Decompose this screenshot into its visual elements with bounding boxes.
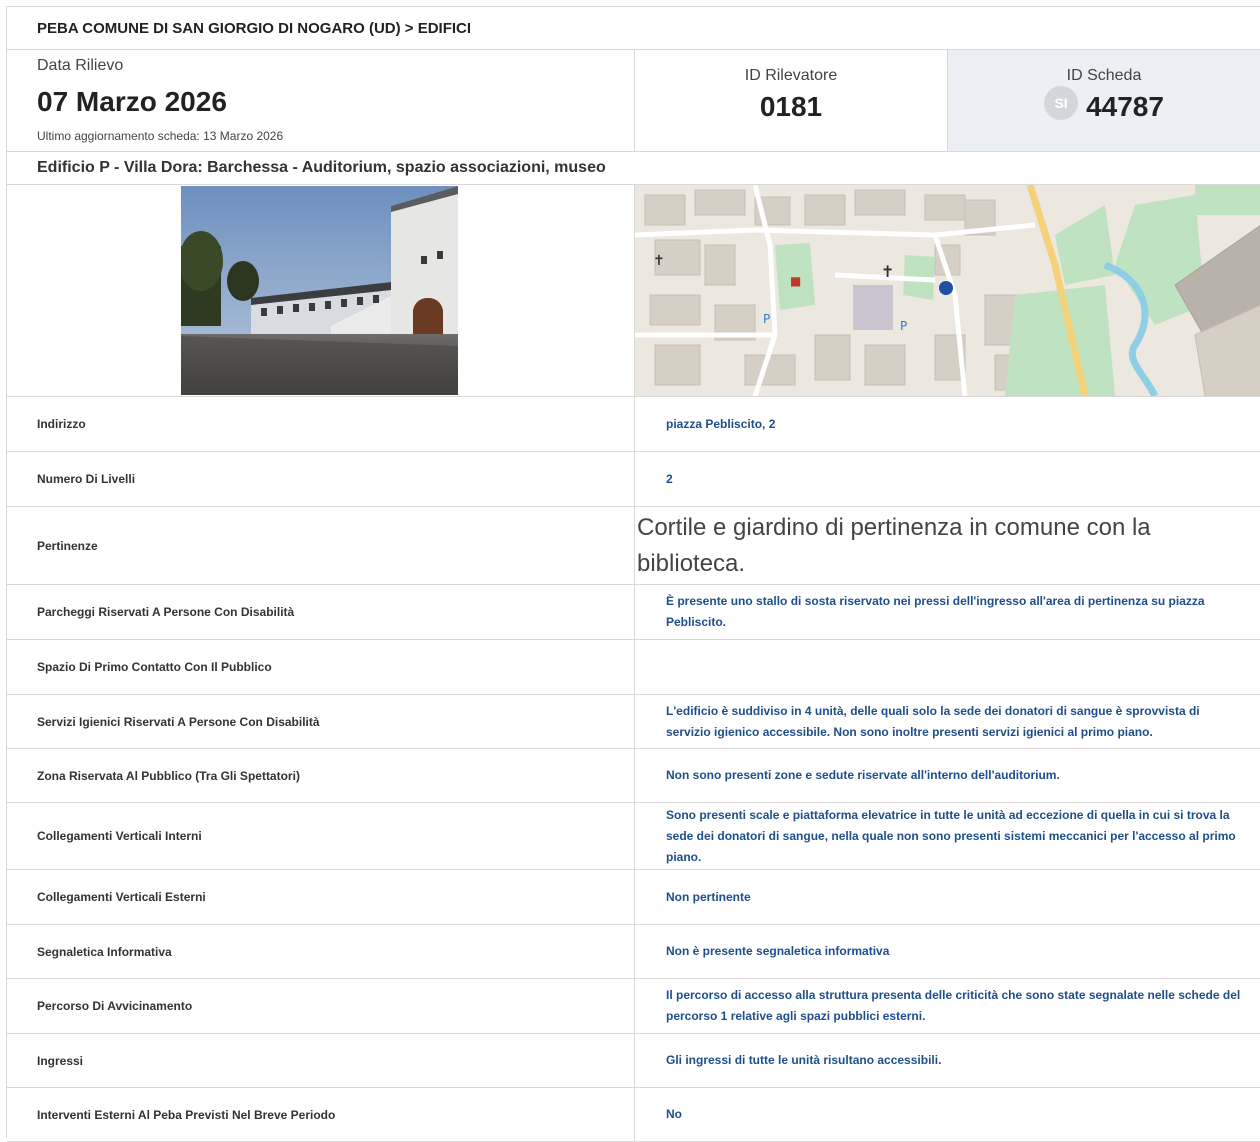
surveyor-id-value: 0181 — [759, 91, 823, 122]
row-value: È presente uno stallo di sosta riservato… — [666, 594, 1205, 629]
surveyor-id-label: ID Rilevatore — [744, 67, 838, 84]
row-value: Il percorso di accesso alla struttura pr… — [666, 988, 1241, 1023]
table-row: Segnaletica Informativa Non è presente s… — [7, 925, 1260, 979]
row-value: Gli ingressi di tutte le unità risultano… — [666, 1053, 942, 1067]
table-row: Collegamenti Verticali Esterni Non perti… — [7, 870, 1260, 925]
row-key: Zona Riservata Al Pubblico (Tra Gli Spet… — [7, 749, 635, 802]
table-row: Zona Riservata Al Pubblico (Tra Gli Spet… — [7, 749, 1260, 803]
row-key: Pertinenze — [7, 507, 635, 584]
sheet-id-row: SI 44787 — [948, 85, 1260, 126]
table-row: Spazio Di Primo Contatto Con Il Pubblico — [7, 640, 1260, 695]
table-row: Ingressi Gli ingressi di tutte le unità … — [7, 1034, 1260, 1088]
row-key: Interventi Esterni Al Peba Previsti Nel … — [7, 1088, 635, 1141]
map-image[interactable]: ✝ ✝ ■ P P — [635, 185, 1260, 396]
row-key: Numero Di Livelli — [7, 452, 635, 506]
svg-text:✝: ✝ — [881, 262, 894, 281]
row-value: Non è presente segnaletica informativa — [666, 944, 890, 958]
row-value: 2 — [666, 471, 673, 486]
surveyor-id-cell: ID Rilevatore 0181 — [635, 50, 948, 151]
survey-date-label: Data Rilievo — [37, 57, 124, 74]
row-key: Percorso Di Avvicinamento — [7, 979, 635, 1033]
svg-text:P: P — [900, 319, 907, 333]
table-row: Percorso Di Avvicinamento Il percorso di… — [7, 979, 1260, 1034]
svg-text:■: ■ — [790, 274, 801, 288]
table-row: Parcheggi Riservati A Persone Con Disabi… — [7, 585, 1260, 640]
breadcrumb: PEBA COMUNE DI SAN GIORGIO DI NOGARO (UD… — [7, 7, 1260, 50]
row-key: Segnaletica Informativa — [7, 925, 635, 978]
building-title: Edificio P - Villa Dora: Barchessa - Aud… — [7, 152, 1260, 185]
sheet-container: PEBA COMUNE DI SAN GIORGIO DI NOGARO (UD… — [6, 6, 1260, 1142]
svg-text:✝: ✝ — [653, 253, 665, 269]
location-map[interactable]: ✝ ✝ ■ P P — [635, 185, 1260, 396]
row-key: Indirizzo — [7, 397, 635, 451]
header-row: Data Rilievo 07 Marzo 2026 Ultimo aggior… — [7, 50, 1260, 152]
media-row: ✝ ✝ ■ P P — [7, 185, 1260, 397]
table-row: Pertinenze Cortile e giardino di pertine… — [7, 507, 1260, 585]
row-value: L'edificio è suddiviso in 4 unità, delle… — [666, 703, 1200, 739]
row-value: No — [666, 1107, 682, 1121]
table-row: Interventi Esterni Al Peba Previsti Nel … — [7, 1088, 1260, 1142]
row-key: Parcheggi Riservati A Persone Con Disabi… — [7, 585, 635, 639]
building-photo-cell — [7, 185, 635, 396]
row-value: Sono presenti scale e piattaforma elevat… — [666, 807, 1236, 864]
sheet-id-cell: ID Scheda SI 44787 — [948, 50, 1260, 151]
table-row: Numero Di Livelli 2 — [7, 452, 1260, 507]
row-value: Non sono presenti zone e sedute riservat… — [666, 768, 1060, 782]
last-update-text: Ultimo aggiornamento scheda: 13 Marzo 20… — [37, 129, 284, 143]
table-row: Servizi Igienici Riservati A Persone Con… — [7, 695, 1260, 749]
row-key: Spazio Di Primo Contatto Con Il Pubblico — [7, 640, 635, 694]
row-value: Non pertinente — [666, 889, 751, 904]
row-key: Collegamenti Verticali Interni — [7, 803, 635, 869]
table-row: Indirizzo piazza Pebliscito, 2 — [7, 397, 1260, 452]
building-photo — [181, 186, 458, 395]
sheet-id-label: ID Scheda — [1066, 67, 1142, 84]
row-value: piazza Pebliscito, 2 — [666, 416, 776, 431]
row-key: Ingressi — [7, 1034, 635, 1087]
row-key: Servizi Igienici Riservati A Persone Con… — [7, 695, 635, 748]
sheet-id-value: 44787 — [1086, 91, 1164, 122]
row-key: Collegamenti Verticali Esterni — [7, 870, 635, 924]
survey-date-value: 07 Marzo 2026 — [37, 86, 227, 117]
row-value: Cortile e giardino di pertinenza in comu… — [637, 513, 1151, 577]
survey-date-cell: Data Rilievo 07 Marzo 2026 Ultimo aggior… — [7, 50, 635, 151]
svg-text:P: P — [763, 312, 770, 326]
table-row: Collegamenti Verticali Interni Sono pres… — [7, 803, 1260, 870]
si-badge: SI — [1044, 85, 1079, 120]
row-value — [635, 640, 1260, 694]
